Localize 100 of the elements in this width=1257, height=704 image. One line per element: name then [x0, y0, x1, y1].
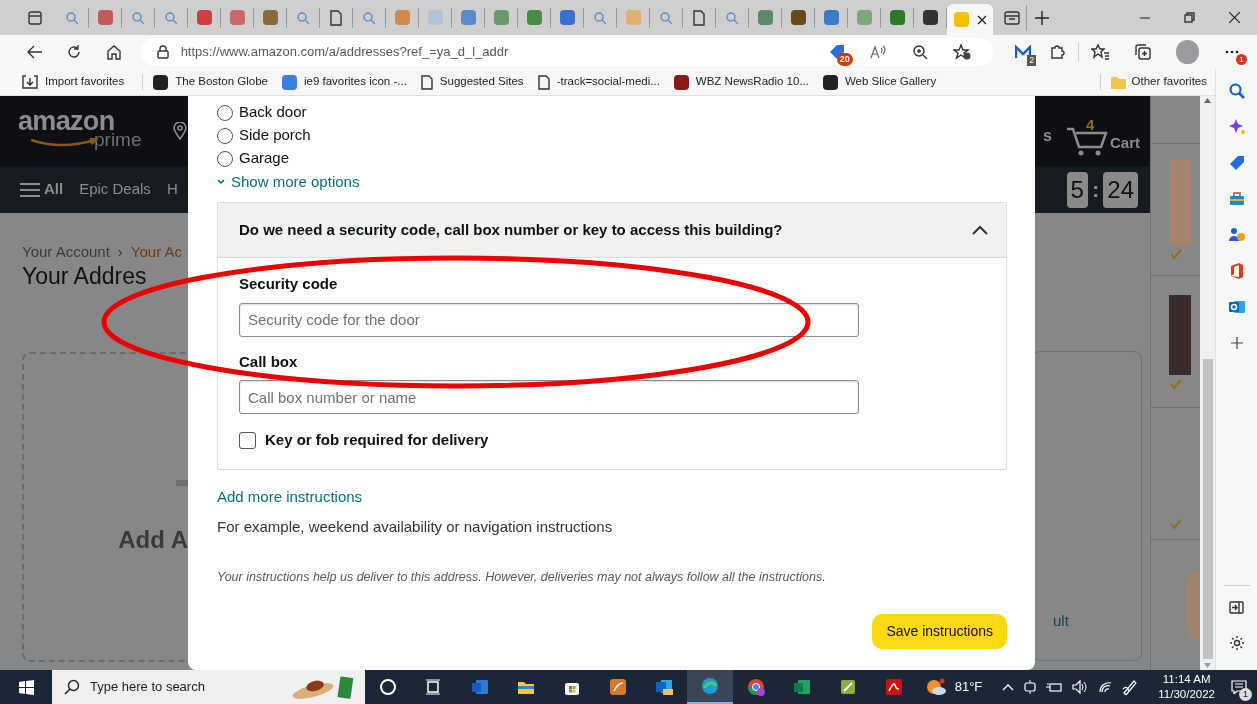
pen-icon — [1122, 679, 1139, 695]
notification-count-badge: 1 — [1239, 688, 1252, 701]
favorite-link[interactable]: Import favorites — [18, 71, 129, 93]
text-input[interactable]: Call box number or name — [239, 380, 859, 414]
checkbox[interactable] — [239, 431, 256, 449]
page-heading: Your Addres — [22, 263, 147, 288]
text-input[interactable]: Security code for the door — [239, 302, 859, 337]
favorite-link[interactable]: The Boston Globe — [149, 71, 272, 93]
cart-link[interactable]: 4 Cart — [1066, 116, 1140, 156]
collections-icon — [1135, 44, 1152, 60]
people-icon — [1228, 227, 1245, 243]
arrow-left-icon — [26, 45, 43, 59]
windows-logo-icon — [18, 679, 34, 695]
lock-icon — [156, 45, 169, 59]
page-icon — [537, 74, 550, 90]
show-more-link[interactable]: Show more options — [217, 170, 360, 194]
app-icon — [839, 678, 857, 696]
home-icon — [105, 44, 122, 60]
breadcrumb-separator: › — [117, 242, 123, 262]
menu-alert-badge: 1 — [1235, 54, 1247, 65]
check-icon — [1169, 378, 1182, 389]
search-icon — [64, 679, 80, 695]
search-icon — [362, 10, 376, 25]
scrollbar[interactable] — [1200, 96, 1215, 670]
save-instructions-button[interactable]: Save instructions — [872, 614, 1007, 650]
folder-icon — [1110, 75, 1126, 89]
mail-app-icon — [1228, 299, 1245, 315]
app-icon — [379, 678, 397, 696]
profile-avatar[interactable] — [1175, 40, 1200, 64]
favorite-link[interactable]: Suggested Sites — [416, 71, 528, 93]
meet-icon — [1024, 680, 1037, 694]
app-icon — [655, 678, 673, 696]
menu-icon — [20, 181, 40, 198]
search-icon — [131, 10, 145, 25]
clock[interactable]: 11:14 AM 11/30/2022 — [1152, 672, 1221, 702]
plus-icon — [1230, 337, 1243, 349]
favorite-link[interactable]: ie9 favorites icon -... — [277, 71, 411, 93]
coupon-button[interactable]: 20 — [822, 40, 851, 64]
radio-button[interactable] — [217, 150, 233, 167]
plus-bar-icon — [176, 479, 188, 486]
timer-separator: : — [1091, 176, 1100, 204]
cart-count: 4 — [1086, 115, 1095, 135]
add-more-instructions-link[interactable]: Add more instructions — [217, 485, 363, 508]
search-placeholder: Type here to search — [90, 678, 205, 697]
favorite-link[interactable]: -track=social-medi... — [533, 71, 664, 93]
field-label: Security code — [239, 274, 339, 294]
other-favorites-folder[interactable]: Other favorites — [1106, 71, 1211, 93]
product-photo[interactable] — [1168, 294, 1191, 375]
search-icon — [725, 10, 739, 25]
search-icon — [659, 10, 673, 25]
timer-digits: 24 — [1103, 171, 1138, 208]
favorite-link[interactable]: Web Slice Gallery — [818, 71, 941, 93]
caret-up-icon — [1002, 683, 1015, 691]
address-bar[interactable]: https://www.amazon.com/a/addresses?ref_=ya_d_l_addr 20 — [140, 38, 993, 66]
location-pin-icon — [173, 122, 187, 140]
app-icon — [747, 678, 765, 696]
scrollbar-thumb[interactable] — [1202, 359, 1213, 659]
wifi-icon — [1098, 681, 1113, 693]
field-label: Call box — [239, 351, 299, 372]
settings-menu-button[interactable]: 1 — [1215, 37, 1249, 67]
weather-widget[interactable]: 81°F — [918, 670, 989, 704]
amazon-prime-logo[interactable]: amazon prime — [18, 108, 153, 154]
section-header[interactable]: Do we need a security code, call box number or key to access this building? — [218, 203, 1006, 258]
radio-button[interactable] — [217, 127, 233, 144]
favorites-icon — [1090, 44, 1109, 60]
hat-and-book-drawing — [291, 674, 355, 700]
nav-link[interactable]: H — [166, 178, 178, 201]
settings-icon — [1228, 635, 1245, 651]
page-icon — [329, 9, 343, 26]
header-link-text[interactable]: s — [1043, 124, 1052, 148]
more-icon — [1225, 50, 1240, 54]
search-icon — [164, 10, 178, 25]
search-icon — [1228, 83, 1245, 99]
puzzle-icon — [1049, 44, 1065, 60]
taskbar-search-field[interactable]: Type here to search — [52, 670, 365, 704]
sparkle-icon — [1228, 119, 1245, 135]
battery-plug-icon — [1046, 681, 1063, 693]
all-menu-button[interactable]: All — [20, 178, 64, 201]
star-plus-icon — [952, 44, 971, 60]
radio-button[interactable] — [217, 104, 233, 121]
m-logo-icon — [1015, 45, 1032, 59]
restore-icon — [1184, 12, 1195, 23]
note-text: Your instructions help us deliver to this address. However, deliveries may not always follow all the instructions. — [217, 568, 827, 586]
notifications-button[interactable]: 1 — [1221, 670, 1257, 704]
office-icon — [1229, 263, 1244, 279]
add-address-text: Add A — [118, 525, 188, 554]
nav-link[interactable]: Epic Deals — [79, 178, 151, 201]
tabs-icon — [1003, 10, 1020, 25]
coupon-count-badge: 20 — [836, 53, 853, 66]
minimize-icon — [1139, 16, 1150, 19]
radio-label: Side porch — [239, 125, 311, 146]
app-icon — [471, 678, 489, 696]
extension-button[interactable]: 2 — [1006, 37, 1041, 67]
chevron-down-icon — [217, 179, 225, 185]
import-icon — [22, 75, 38, 89]
clock-time: 11:14 AM — [1162, 672, 1211, 687]
weather-icon — [924, 678, 947, 696]
radio-label: Back door — [239, 102, 307, 123]
favorite-link[interactable]: WBZ NewsRadio 10... — [669, 71, 813, 93]
extension-count-badge: 2 — [1027, 55, 1037, 66]
